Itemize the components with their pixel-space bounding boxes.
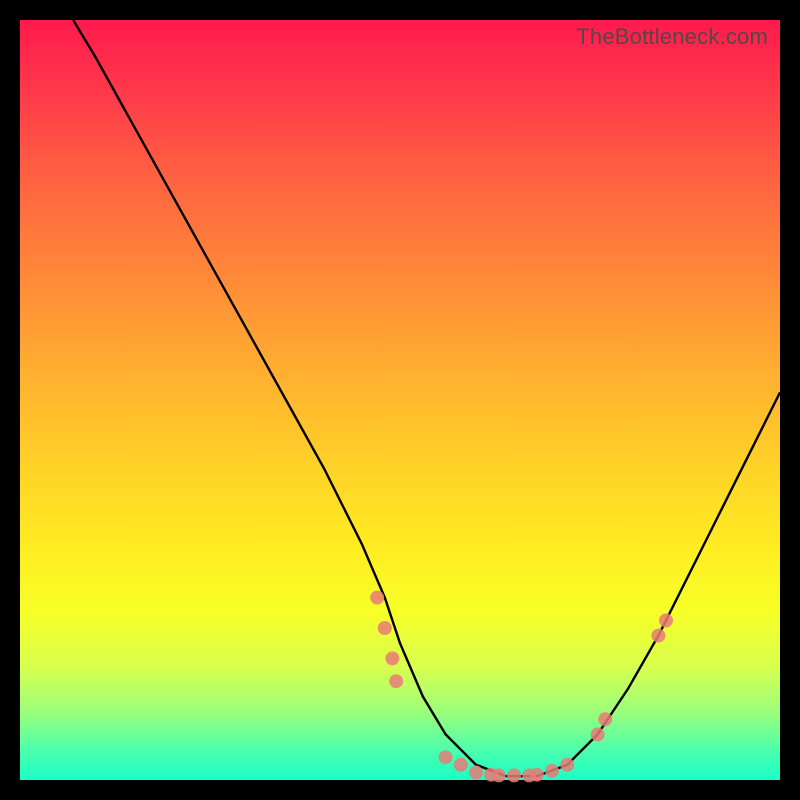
data-point [545,764,559,778]
data-point [530,768,544,782]
data-point [598,712,612,726]
chart-frame: TheBottleneck.com [0,0,800,800]
data-point [507,768,521,782]
data-point [389,674,403,688]
data-point [370,591,384,605]
data-point [560,758,574,772]
plot-area: TheBottleneck.com [20,20,780,780]
data-point [454,758,468,772]
bottleneck-curve [20,20,780,780]
data-point [591,727,605,741]
data-point [492,768,506,782]
data-point [651,629,665,643]
data-point [469,765,483,779]
data-point [439,750,453,764]
data-point [659,613,673,627]
data-point [385,651,399,665]
data-point [378,621,392,635]
